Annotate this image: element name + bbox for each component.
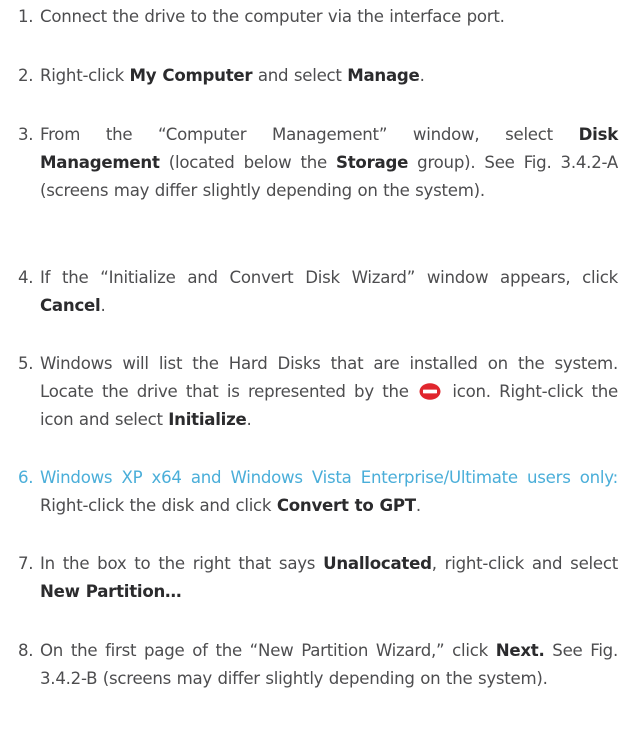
menu-term-new-partition: New Partition… (40, 582, 182, 601)
menu-term-my-computer: My Computer (129, 66, 253, 85)
step-6: 6. Windows XP x64 and Windows Vista Ente… (18, 464, 618, 520)
step-number: 5. (18, 354, 34, 373)
menu-term-next: Next. (495, 641, 545, 660)
step-text: Connect the drive to the computer via th… (40, 7, 505, 26)
step-number: 1. (18, 7, 34, 26)
menu-term-manage: Manage (347, 66, 420, 85)
step-number: 2. (18, 66, 34, 85)
disk-not-initialized-icon (419, 383, 441, 400)
menu-term-storage: Storage (336, 153, 409, 172)
menu-term-cancel: Cancel (40, 296, 101, 315)
step-2: 2. Right-click My Computer and select Ma… (18, 62, 618, 90)
step-3: 3. From the “Computer Management” window… (18, 121, 618, 205)
step-8: 8. On the first page of the “New Partiti… (18, 637, 618, 693)
os-restriction-note: Windows XP x64 and Windows Vista Enterpr… (40, 468, 618, 487)
step-5: 5. Windows will list the Hard Disks that… (18, 350, 618, 434)
step-1: 1. Connect the drive to the computer via… (18, 3, 618, 31)
step-number: 6. (18, 468, 34, 487)
step-7: 7. In the box to the right that says Una… (18, 550, 618, 606)
step-4: 4. If the “Initialize and Convert Disk W… (18, 264, 618, 320)
menu-term-initialize: Initialize (168, 410, 247, 429)
step-number: 4. (18, 268, 34, 287)
step-number: 3. (18, 125, 34, 144)
menu-term-convert-to-gpt: Convert to GPT (276, 496, 416, 515)
menu-term-unallocated: Unallocated (323, 554, 432, 573)
instruction-page: 1. Connect the drive to the computer via… (0, 0, 633, 742)
step-number: 7. (18, 554, 34, 573)
step-number: 8. (18, 641, 34, 660)
